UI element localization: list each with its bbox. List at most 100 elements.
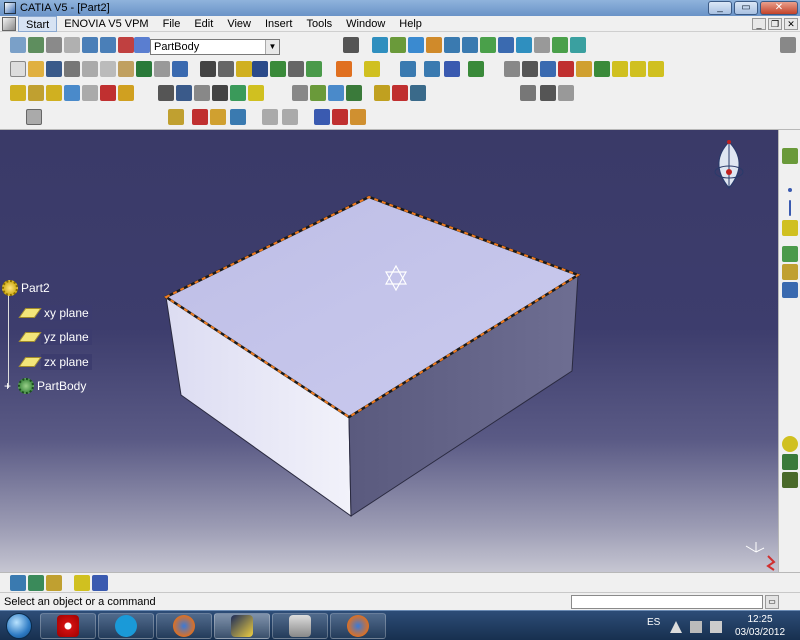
add-icon[interactable] bbox=[210, 109, 226, 125]
reaction-icon[interactable] bbox=[270, 61, 286, 77]
thick-surface-icon[interactable] bbox=[346, 85, 362, 101]
compass-icon[interactable] bbox=[708, 138, 750, 192]
copy-icon[interactable] bbox=[100, 61, 116, 77]
plane-icon[interactable] bbox=[282, 109, 298, 125]
doc-close-button[interactable]: ✕ bbox=[784, 18, 798, 30]
extract-icon[interactable] bbox=[504, 61, 520, 77]
system-clock[interactable]: 12:25 03/03/2012 bbox=[732, 613, 788, 639]
untrim-icon[interactable] bbox=[558, 61, 574, 77]
normal-view-icon[interactable] bbox=[480, 37, 496, 53]
redo-icon[interactable] bbox=[154, 61, 170, 77]
pan-icon[interactable] bbox=[408, 37, 424, 53]
thickness-icon[interactable] bbox=[230, 85, 246, 101]
catalog-browser-icon[interactable] bbox=[46, 575, 62, 591]
mirror-icon[interactable] bbox=[292, 85, 308, 101]
menu-start[interactable]: Start bbox=[18, 15, 58, 32]
minimize-button[interactable]: _ bbox=[708, 1, 732, 15]
tree-node-yz-plane[interactable]: yz plane bbox=[18, 329, 92, 345]
whats-this-icon[interactable] bbox=[172, 61, 188, 77]
param-icon[interactable] bbox=[306, 61, 322, 77]
section-icon[interactable] bbox=[558, 85, 574, 101]
join-icon[interactable] bbox=[522, 61, 538, 77]
surface-icon[interactable] bbox=[782, 246, 798, 262]
sketch-based-icon[interactable] bbox=[782, 148, 798, 164]
annotation-icon[interactable] bbox=[314, 109, 330, 125]
hand-icon[interactable] bbox=[28, 37, 44, 53]
menu-window[interactable]: Window bbox=[339, 16, 392, 32]
reorder-icon[interactable] bbox=[92, 575, 108, 591]
taskbar-catia-button[interactable] bbox=[214, 613, 270, 639]
pocket-icon[interactable] bbox=[28, 85, 44, 101]
plane-tool-icon[interactable] bbox=[782, 220, 798, 236]
pattern-icon[interactable] bbox=[310, 85, 326, 101]
select-arrow-icon[interactable] bbox=[336, 61, 352, 77]
hide-show-icon[interactable] bbox=[552, 37, 568, 53]
volume-icon[interactable] bbox=[710, 621, 722, 633]
body-tool-icon[interactable] bbox=[782, 264, 798, 280]
toolbar-extra-icon[interactable] bbox=[780, 37, 796, 53]
tree-node-partbody[interactable]: + PartBody bbox=[4, 378, 89, 394]
snap-icon[interactable] bbox=[424, 61, 440, 77]
dimension-icon[interactable] bbox=[520, 85, 536, 101]
law-icon[interactable] bbox=[100, 37, 116, 53]
table-icon[interactable] bbox=[252, 61, 268, 77]
edge-fillet-icon[interactable] bbox=[158, 85, 174, 101]
pad-icon[interactable] bbox=[10, 85, 26, 101]
menu-file[interactable]: File bbox=[156, 16, 188, 32]
analysis-icon[interactable] bbox=[540, 85, 556, 101]
chevron-down-icon[interactable]: ▼ bbox=[265, 40, 279, 54]
tree-node-xy-plane[interactable]: xy plane bbox=[18, 305, 92, 321]
axis-system-icon[interactable] bbox=[46, 37, 62, 53]
disassemble-icon[interactable] bbox=[576, 61, 592, 77]
menu-help[interactable]: Help bbox=[392, 16, 429, 32]
save-icon[interactable] bbox=[46, 61, 62, 77]
knowledge-icon[interactable] bbox=[118, 37, 134, 53]
publish-icon[interactable] bbox=[74, 575, 90, 591]
formula-fx-icon[interactable] bbox=[200, 61, 216, 77]
paste-icon[interactable] bbox=[118, 61, 134, 77]
command-enter-button[interactable]: ▭ bbox=[765, 595, 779, 609]
tree-node-part2[interactable]: Part2 bbox=[2, 280, 53, 296]
draft-icon[interactable] bbox=[194, 85, 210, 101]
scene-icon[interactable] bbox=[782, 472, 798, 488]
taskbar-media-button[interactable] bbox=[272, 613, 328, 639]
taskbar-firefox2-button[interactable] bbox=[330, 613, 386, 639]
iso-view-icon[interactable] bbox=[516, 37, 532, 53]
current-body-select[interactable]: PartBody ▼ bbox=[150, 39, 280, 55]
powercopy-icon[interactable] bbox=[28, 575, 44, 591]
trim-icon[interactable] bbox=[612, 61, 628, 77]
doc-minimize-button[interactable]: _ bbox=[752, 18, 766, 30]
zoom-out-icon[interactable] bbox=[462, 37, 478, 53]
capture-icon[interactable] bbox=[343, 37, 359, 53]
fit-all-icon[interactable] bbox=[390, 37, 406, 53]
shading-icon[interactable] bbox=[534, 37, 550, 53]
taskbar-opera-button[interactable] bbox=[40, 613, 96, 639]
menu-enovia[interactable]: ENOVIA V5 VPM bbox=[57, 16, 155, 32]
instantiate-icon[interactable] bbox=[10, 575, 26, 591]
sketch-icon[interactable] bbox=[364, 61, 380, 77]
3d-viewport[interactable] bbox=[0, 130, 778, 572]
cut-icon[interactable] bbox=[82, 61, 98, 77]
update-icon[interactable] bbox=[10, 37, 26, 53]
healing-icon[interactable] bbox=[540, 61, 556, 77]
rotate-icon[interactable] bbox=[426, 37, 442, 53]
boundary-icon[interactable] bbox=[630, 61, 646, 77]
line-tool-icon[interactable] bbox=[789, 200, 791, 216]
constraint-icon[interactable] bbox=[400, 61, 416, 77]
taskbar-firefox-button[interactable] bbox=[156, 613, 212, 639]
menu-insert[interactable]: Insert bbox=[258, 16, 300, 32]
maximize-button[interactable]: ▭ bbox=[734, 1, 758, 15]
axis-icon[interactable] bbox=[262, 109, 278, 125]
catia-logo-icon[interactable] bbox=[2, 16, 16, 31]
menu-edit[interactable]: Edit bbox=[187, 16, 220, 32]
assemble-icon[interactable] bbox=[192, 109, 208, 125]
slot-icon[interactable] bbox=[118, 85, 134, 101]
comment-icon[interactable] bbox=[218, 61, 234, 77]
shell-icon[interactable] bbox=[212, 85, 228, 101]
material-icon[interactable] bbox=[392, 85, 408, 101]
open-icon[interactable] bbox=[28, 61, 44, 77]
catalog-icon[interactable] bbox=[782, 454, 798, 470]
rib-icon[interactable] bbox=[100, 85, 116, 101]
windows-start-button[interactable] bbox=[6, 613, 32, 639]
command-input[interactable] bbox=[571, 595, 763, 609]
